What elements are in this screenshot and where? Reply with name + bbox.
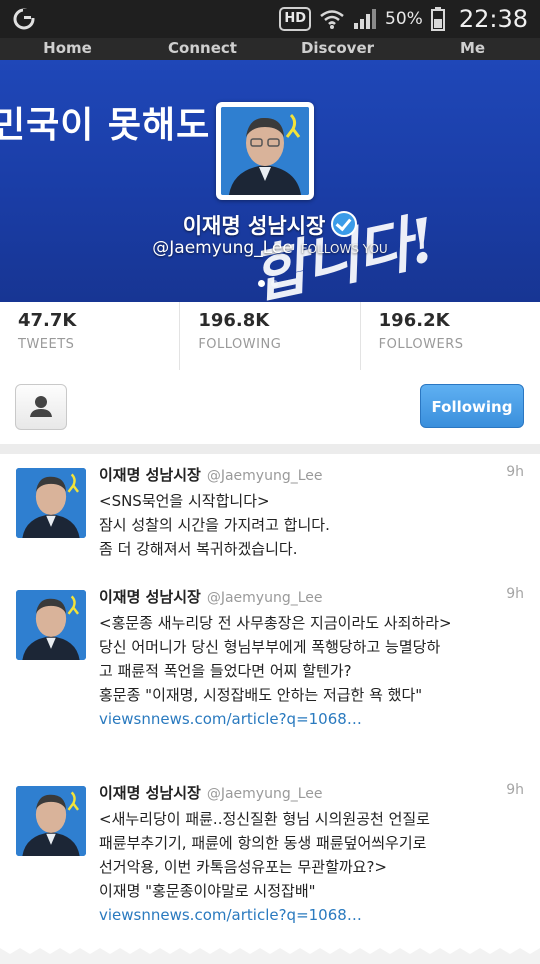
portrait-image: [16, 468, 86, 538]
top-navigation: Home Connect Discover Me: [0, 38, 540, 60]
portrait-image: [16, 786, 86, 856]
tab-discover[interactable]: Discover: [270, 38, 405, 60]
section-divider: [0, 444, 540, 454]
wifi-icon: [320, 10, 344, 29]
stat-value: 47.7K: [18, 310, 77, 331]
tweet-author-name[interactable]: 이재명 성남시장: [99, 784, 201, 802]
tweet-timestamp: 9h: [506, 464, 524, 480]
tweet-author-name[interactable]: 이재명 성남시장: [99, 466, 201, 484]
profile-name-row: 이재명 성남시장: [0, 210, 540, 240]
tweet-author-handle: @Jaemyung_Lee: [206, 786, 323, 802]
stat-tweets[interactable]: 47.7K TWEETS: [0, 302, 179, 370]
tweet-link[interactable]: viewsnnews.com/article?q=1068…: [99, 903, 529, 927]
stat-followers[interactable]: 196.2K FOLLOWERS: [359, 302, 540, 370]
profile-handle-row: @Jaemyung_Lee FOLLOWS YOU: [0, 238, 540, 258]
stat-label: FOLLOWING: [198, 337, 282, 352]
tweet-text: <홍문종 새누리당 전 사무총장은 지금이라도 사죄하라> 당신 어머니가 당신…: [99, 614, 452, 704]
profile-banner: 민국이 못해도 합니다! 이재명 성남시장 @Jaemyung_Lee FOLLO…: [0, 60, 540, 302]
profile-name: 이재명 성남시장: [182, 214, 326, 238]
status-bar: HD 50% 22:38: [0, 0, 540, 38]
tweet-item[interactable]: 이재명 성남시장 @Jaemyung_Lee <홍문종 새누리당 전 사무총장은 …: [0, 576, 540, 773]
stat-label: FOLLOWERS: [378, 337, 464, 352]
torn-edge-shape: [0, 942, 540, 954]
pager-dot-active[interactable]: [258, 280, 265, 287]
battery-percent: 50%: [385, 9, 423, 29]
profile-stats: 47.7K TWEETS 196.8K FOLLOWING 196.2K FOL…: [0, 302, 540, 371]
tweet-link[interactable]: viewsnnews.com/article?q=1068…: [99, 707, 529, 731]
tab-me[interactable]: Me: [405, 38, 540, 60]
portrait-image: [16, 590, 86, 660]
banner-pager[interactable]: [258, 280, 278, 287]
stat-value: 196.2K: [378, 310, 450, 331]
tab-connect[interactable]: Connect: [135, 38, 270, 60]
pager-dot[interactable]: [271, 280, 278, 287]
tweet-avatar[interactable]: [16, 786, 86, 856]
follows-you-label: FOLLOWS YOU: [300, 242, 388, 256]
tweet-author-handle: @Jaemyung_Lee: [206, 468, 323, 484]
tweet-item[interactable]: 이재명 성남시장 @Jaemyung_Lee <SNS묵언을 시작합니다> 잠시 …: [0, 454, 540, 577]
app-logo-icon: [13, 8, 35, 30]
tweet-timestamp: 9h: [506, 586, 524, 602]
banner-slogan: 민국이 못해도: [0, 105, 211, 146]
following-button[interactable]: Following: [420, 384, 524, 428]
tweet-avatar[interactable]: [16, 468, 86, 538]
person-icon: [30, 396, 52, 417]
signal-icon: [354, 9, 377, 29]
hd-voice-icon: HD: [279, 7, 312, 31]
tweet-author-handle: @Jaemyung_Lee: [206, 590, 323, 606]
tab-home[interactable]: Home: [0, 38, 135, 60]
verified-badge-icon: [331, 211, 358, 237]
profile-avatar[interactable]: [216, 102, 314, 200]
stat-value: 196.8K: [198, 310, 270, 331]
tweet-text: <SNS묵언을 시작합니다> 잠시 성찰의 시간을 가지려고 합니다. 좀 더 …: [99, 492, 330, 558]
tweet-avatar[interactable]: [16, 590, 86, 660]
stat-following[interactable]: 196.8K FOLLOWING: [179, 302, 359, 370]
tweet-text: <새누리당이 패륜..정신질환 형님 시의원공천 언질로 패륜부추기기, 패륜에…: [99, 810, 430, 900]
user-actions-button[interactable]: [15, 384, 67, 430]
torn-edge: [0, 942, 540, 960]
tweet-item[interactable]: 이재명 성남시장 @Jaemyung_Lee <새누리당이 패륜..정신질환 형님…: [0, 772, 540, 942]
portrait-image: [221, 107, 309, 195]
tweet-timestamp: 9h: [506, 782, 524, 798]
stat-label: TWEETS: [18, 337, 75, 352]
clock: 22:38: [458, 5, 528, 33]
profile-actions: Following: [0, 370, 540, 445]
tweet-author-name[interactable]: 이재명 성남시장: [99, 588, 201, 606]
battery-icon: [430, 7, 445, 31]
profile-handle: @Jaemyung_Lee: [152, 238, 293, 258]
